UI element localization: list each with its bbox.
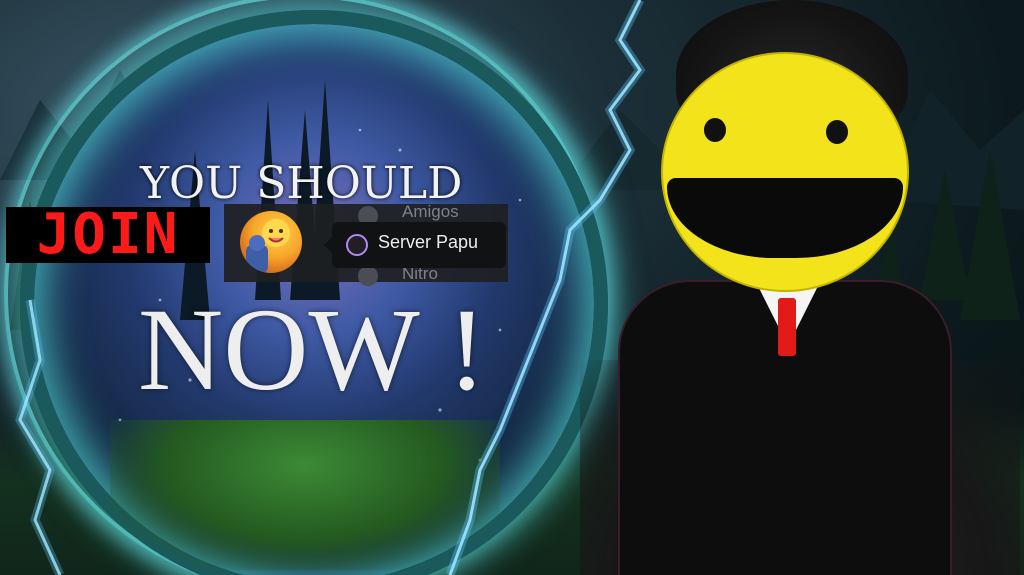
headline-now: NOW !: [138, 284, 487, 415]
thumbnail-scene: YOU SHOULD JOIN NOW ! Amigos Nitro Serve…: [0, 0, 1024, 575]
server-tooltip-icon: [346, 234, 368, 256]
nitro-icon: [358, 266, 378, 286]
headline-join: JOIN: [6, 207, 210, 263]
smiley-right-eye: [826, 120, 848, 144]
server-avatar-art: [246, 219, 290, 273]
character-tie: [778, 298, 796, 356]
smiley-left-eye: [704, 118, 726, 142]
server-avatar-icon[interactable]: [240, 211, 302, 273]
tooltip-arrow: [324, 237, 332, 253]
menu-item-amigos[interactable]: Amigos: [402, 202, 459, 222]
server-tooltip-label: Server Papu: [378, 232, 479, 252]
